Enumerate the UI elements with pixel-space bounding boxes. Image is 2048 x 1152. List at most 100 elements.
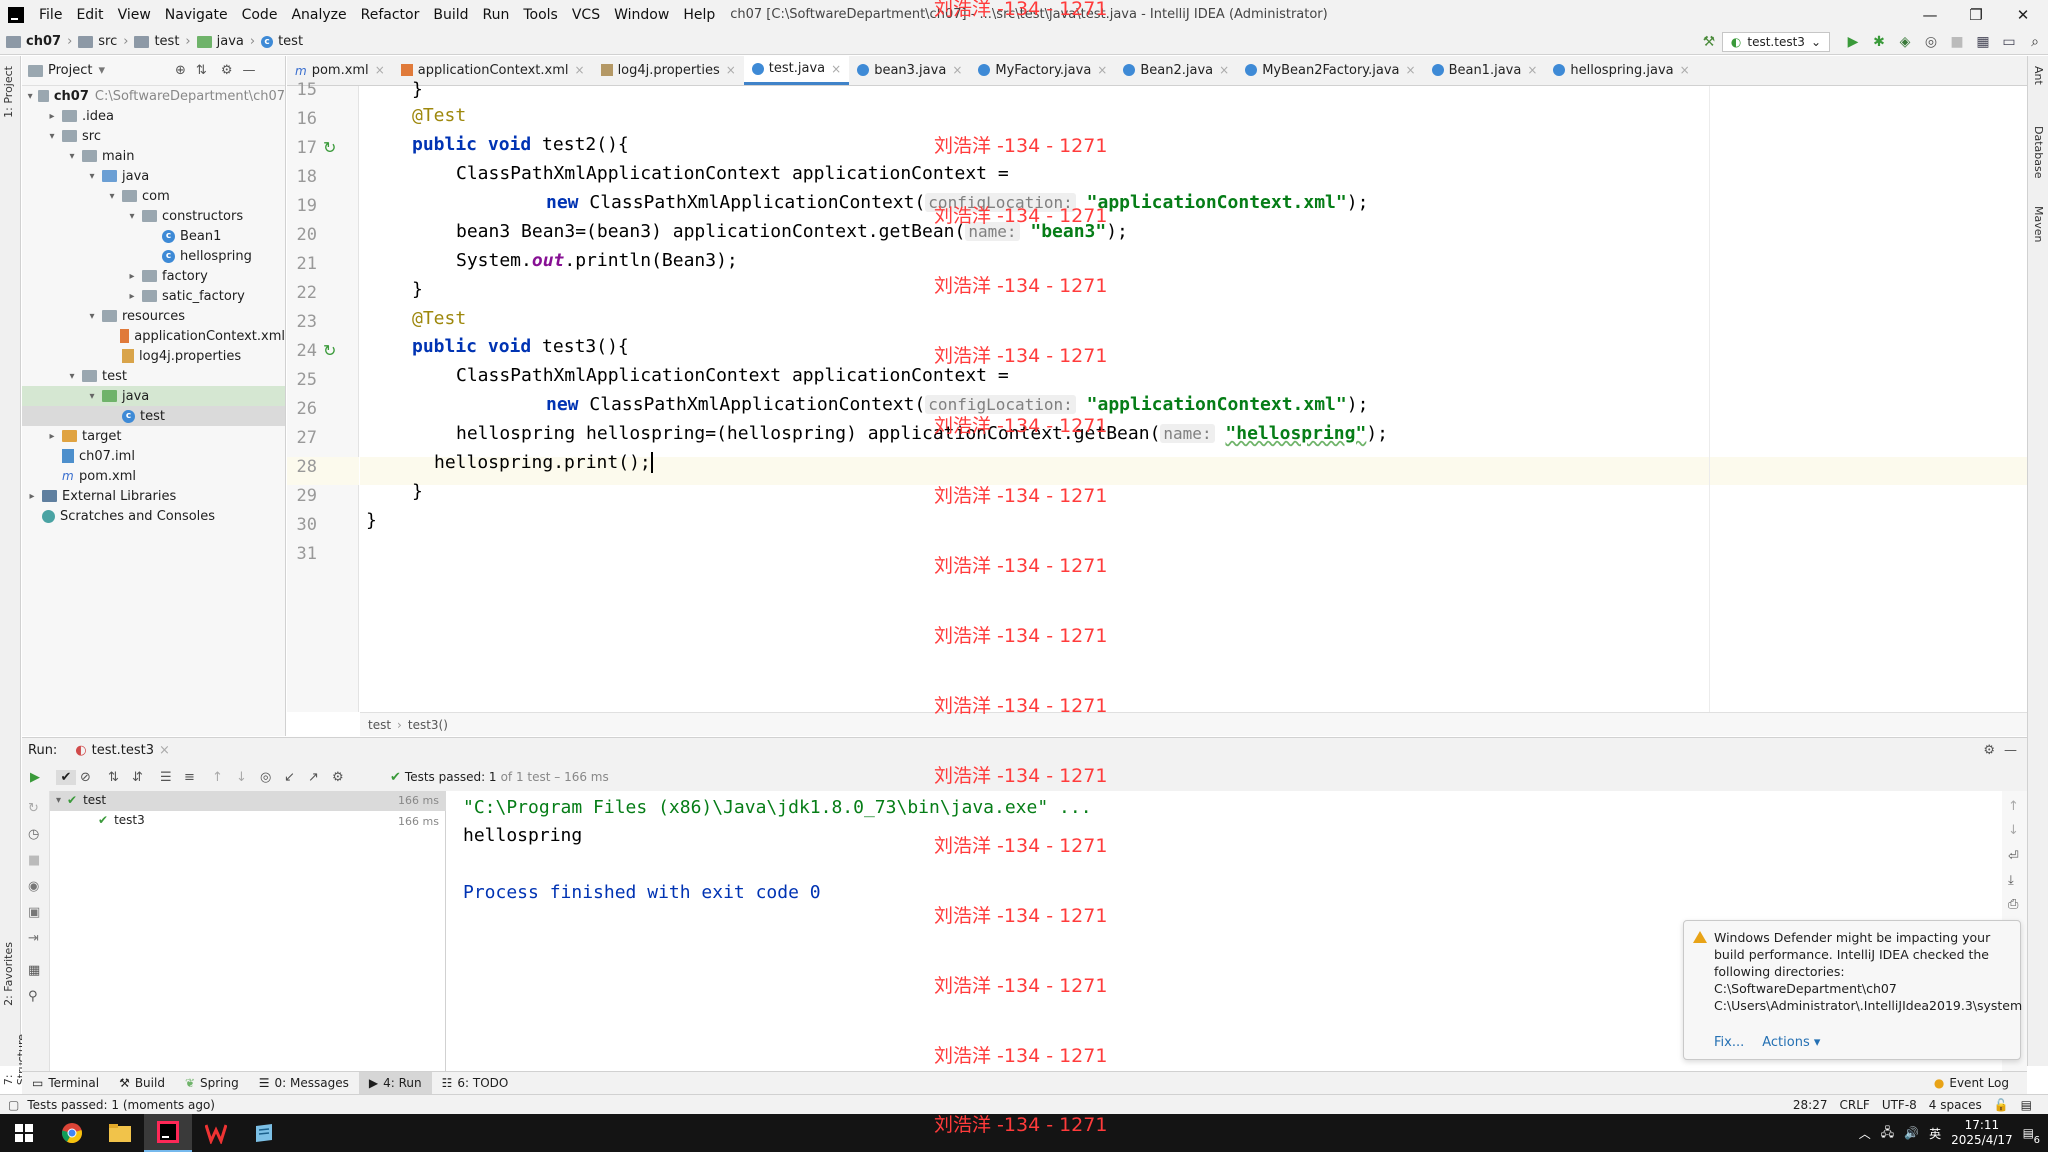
editor-tab[interactable]: Bean2.java × bbox=[1115, 55, 1237, 85]
tree-item[interactable]: ▾ java bbox=[22, 386, 285, 406]
gear-icon[interactable]: ⚙ bbox=[1983, 743, 1995, 758]
crumb-test[interactable]: test › bbox=[128, 34, 191, 49]
close-tab-icon[interactable]: × bbox=[1406, 63, 1416, 77]
tree-item[interactable]: log4j.properties bbox=[22, 346, 285, 366]
tree-item[interactable]: ▸ .idea bbox=[22, 106, 285, 126]
tree-item[interactable]: ▾ java bbox=[22, 166, 285, 186]
tree-item[interactable]: ▸ satic_factory bbox=[22, 286, 285, 306]
rerun-icon[interactable]: ▶ bbox=[30, 770, 50, 785]
show-ignored-icon[interactable]: ⊘ bbox=[80, 770, 100, 785]
tree-item[interactable]: ▾ com bbox=[22, 186, 285, 206]
crumb-project[interactable]: ch07 › bbox=[0, 34, 72, 49]
layout-icon[interactable]: ▦ bbox=[28, 963, 40, 978]
wps-office-icon[interactable] bbox=[192, 1114, 240, 1152]
arrow-down-icon[interactable]: ↓ bbox=[2008, 823, 2019, 838]
pin-icon[interactable]: ⚲ bbox=[28, 989, 38, 1004]
windows-start-icon[interactable] bbox=[0, 1114, 48, 1152]
close-tab-icon[interactable]: × bbox=[831, 62, 841, 76]
status-toggle-icon[interactable]: ▢ bbox=[8, 1098, 19, 1112]
show-passed-icon[interactable]: ✔ bbox=[56, 769, 76, 785]
minimize-button[interactable]: — bbox=[1907, 0, 1953, 29]
file-explorer-icon[interactable] bbox=[96, 1114, 144, 1152]
sort-duration-icon[interactable]: ⇵ bbox=[132, 770, 152, 785]
run-icon[interactable]: ▶ bbox=[1840, 29, 1866, 55]
scroll-to-end-icon[interactable]: ⤓ bbox=[2008, 873, 2014, 888]
hide-icon[interactable]: — bbox=[242, 63, 255, 78]
editor-tab[interactable]: log4j.properties × bbox=[593, 55, 744, 85]
test-suite-row[interactable]: ▾ ✔ test bbox=[56, 793, 106, 807]
settings-icon[interactable]: ⚙ bbox=[332, 770, 352, 785]
menu-edit[interactable]: Edit bbox=[69, 7, 110, 23]
run-test-gutter-icon[interactable]: ↻ bbox=[323, 138, 336, 157]
print-icon[interactable]: ⎙ bbox=[2008, 897, 2018, 912]
fix-link[interactable]: Fix... bbox=[1714, 1034, 1744, 1051]
chevron-right-icon[interactable]: ▸ bbox=[126, 291, 138, 302]
import-tests-icon[interactable]: ↙ bbox=[284, 770, 304, 785]
network-icon[interactable]: 🖧 bbox=[1881, 1123, 1894, 1144]
intellij-taskbar-icon[interactable] bbox=[144, 1114, 192, 1152]
actions-link[interactable]: Actions ▾ bbox=[1762, 1034, 1820, 1051]
presentation-icon[interactable]: ▭ bbox=[1996, 29, 2022, 55]
tree-item[interactable]: ▸ factory bbox=[22, 266, 285, 286]
chevron-up-icon[interactable]: ︿ bbox=[1859, 1125, 1871, 1142]
tree-item[interactable]: ▾ main bbox=[22, 146, 285, 166]
ime-indicator[interactable]: 英 bbox=[1929, 1125, 1941, 1142]
volume-icon[interactable]: 🔊 bbox=[1904, 1126, 1919, 1140]
chevron-right-icon[interactable]: ▸ bbox=[46, 431, 58, 442]
tree-item[interactable]: ch07.iml bbox=[22, 446, 285, 466]
editor-tab[interactable]: test.java × bbox=[743, 55, 850, 85]
messages-tool-button[interactable]: ☰ 0: Messages bbox=[249, 1072, 359, 1095]
tree-item[interactable]: applicationContext.xml bbox=[22, 326, 285, 346]
tree-item[interactable]: c hellospring bbox=[22, 246, 285, 266]
code-editor[interactable]: } @Test public void test2(){ ClassPathXm… bbox=[360, 79, 2027, 712]
menu-analyze[interactable]: Analyze bbox=[284, 7, 353, 23]
collapse-all-icon[interactable]: ≡ bbox=[184, 770, 204, 785]
chevron-down-icon[interactable]: ▾ bbox=[106, 191, 118, 202]
restore-layout-icon[interactable]: ▣ bbox=[28, 905, 40, 920]
editor-tab[interactable]: Bean1.java × bbox=[1424, 55, 1546, 85]
gear-icon[interactable]: ⚙ bbox=[221, 63, 233, 78]
soft-wrap-icon[interactable]: ⏎ bbox=[2008, 849, 2019, 864]
arrow-up-icon[interactable]: ↑ bbox=[2008, 799, 2019, 814]
crumb-java[interactable]: java › bbox=[191, 34, 255, 49]
tree-item[interactable]: ▸ target bbox=[22, 426, 285, 446]
menu-help[interactable]: Help bbox=[676, 7, 722, 23]
project-structure-icon[interactable]: ▦ bbox=[1970, 29, 1996, 55]
indent-setting[interactable]: 4 spaces bbox=[1929, 1098, 1982, 1112]
next-failed-icon[interactable]: ↓ bbox=[236, 770, 256, 785]
close-tab-icon[interactable]: × bbox=[1219, 63, 1229, 77]
editor-tab[interactable]: MyBean2Factory.java × bbox=[1237, 55, 1423, 85]
chevron-right-icon[interactable]: ▸ bbox=[126, 271, 138, 282]
tree-item[interactable]: c Bean1 bbox=[22, 226, 285, 246]
close-window-button[interactable]: ✕ bbox=[2000, 0, 2046, 29]
clock[interactable]: 17:11 2025/4/17 bbox=[1951, 1118, 2013, 1148]
close-tab-icon[interactable]: × bbox=[575, 63, 585, 77]
crumb-class[interactable]: c test bbox=[255, 34, 303, 49]
todo-tool-button[interactable]: ☷ 6: TODO bbox=[432, 1072, 519, 1095]
chevron-down-icon[interactable]: ▾ bbox=[126, 211, 138, 222]
chevron-down-icon[interactable]: ▾ bbox=[98, 63, 105, 78]
tree-item[interactable]: Scratches and Consoles bbox=[22, 506, 285, 526]
chevron-down-icon[interactable]: ▾ bbox=[66, 151, 78, 162]
notepad-app-icon[interactable] bbox=[240, 1114, 288, 1152]
crumb-method-test3[interactable]: test3() bbox=[408, 718, 448, 732]
chevron-down-icon[interactable]: ▾ bbox=[86, 171, 98, 182]
tree-item[interactable]: m pom.xml bbox=[22, 466, 285, 486]
close-tab-icon[interactable]: × bbox=[375, 63, 385, 77]
line-separator[interactable]: CRLF bbox=[1840, 1098, 1870, 1112]
history-icon[interactable]: ◎ bbox=[260, 770, 280, 785]
project-view-select[interactable]: Project bbox=[48, 63, 92, 78]
run-config-select[interactable]: ◐ test.test3 ⌄ bbox=[1721, 32, 1830, 52]
menu-navigate[interactable]: Navigate bbox=[158, 7, 235, 23]
toggle-auto-test-icon[interactable]: ◷ bbox=[28, 827, 39, 842]
rerun-failed-icon[interactable]: ↻ bbox=[28, 801, 39, 816]
tree-item[interactable]: ▾ src bbox=[22, 126, 285, 146]
collapse-all-icon[interactable]: ⇅ bbox=[196, 63, 207, 78]
menu-view[interactable]: View bbox=[111, 7, 158, 23]
tree-item[interactable]: ▾ ch07 C:\SoftwareDepartment\ch07 bbox=[22, 86, 285, 106]
profile-icon[interactable]: ◎ bbox=[1918, 29, 1944, 55]
menu-file[interactable]: File bbox=[32, 7, 69, 23]
chevron-down-icon[interactable]: ▾ bbox=[86, 391, 98, 402]
memory-indicator-icon[interactable]: ▤ bbox=[2021, 1098, 2032, 1112]
ant-tool-button[interactable]: Ant bbox=[2032, 66, 2045, 85]
